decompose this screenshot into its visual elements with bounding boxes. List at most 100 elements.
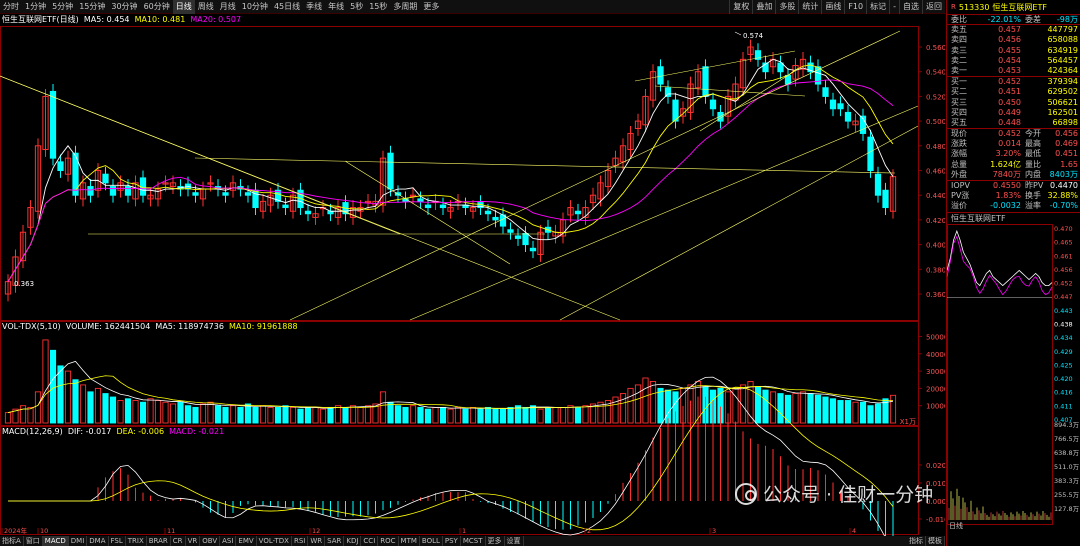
period-tab[interactable]: 15秒: [366, 0, 390, 14]
stat-value: 0.014: [998, 139, 1021, 149]
indicator-tab[interactable]: VOL-TDX: [257, 536, 292, 546]
book-label: 卖二: [951, 55, 967, 65]
indicator-tab[interactable]: 窗口: [24, 536, 43, 546]
volume-bar: [282, 405, 289, 424]
toolbar-button[interactable]: -: [889, 0, 899, 14]
stat-row: 涨幅 3.20% 最低 0.451: [947, 149, 1080, 159]
indicator-tab[interactable]: 更多: [486, 536, 505, 546]
indicator-tab[interactable]: 指标: [907, 536, 926, 546]
period-tab[interactable]: 周线: [195, 0, 217, 14]
period-tab[interactable]: 1分钟: [22, 0, 49, 14]
indicator-tab[interactable]: KDJ: [344, 536, 362, 546]
candle-body: [439, 204, 447, 209]
stat-value: -0.0032: [990, 201, 1021, 211]
volume-bars: [4, 339, 897, 424]
stat-row: 溢价 -0.0032 溢率 -0.70%: [947, 201, 1080, 211]
toolbar-button[interactable]: F10: [844, 0, 866, 14]
indicator-tab[interactable]: WR: [308, 536, 326, 546]
candle-body: [87, 186, 94, 196]
mini-vol-tick: 255.5万: [1054, 491, 1080, 499]
volume-bar: [642, 377, 649, 424]
indicator-tab[interactable]: EMV: [236, 536, 257, 546]
period-tab[interactable]: 5秒: [347, 0, 366, 14]
period-tab[interactable]: 5分钟: [49, 0, 76, 14]
volume-bar: [799, 391, 807, 424]
period-tab[interactable]: 10分钟: [239, 0, 271, 14]
indicator-tab[interactable]: SAR: [325, 536, 345, 546]
candle-body: [57, 161, 64, 171]
intraday-mini-chart[interactable]: 0.470 0.465 0.461 0.456 0.452 0.447 0.443 0.438…: [946, 223, 1080, 530]
period-tab[interactable]: 月线: [217, 0, 239, 14]
stat-value: 8403万: [1049, 169, 1078, 179]
high-pointer: [734, 31, 742, 36]
toolbar-button[interactable]: 叠加: [752, 0, 775, 14]
indicator-tab[interactable]: 设置: [505, 536, 524, 546]
volume-bar: [657, 387, 664, 424]
period-tab[interactable]: 多周期: [390, 0, 420, 14]
period-tab[interactable]: 30分钟: [108, 0, 140, 14]
volume-bar: [49, 349, 57, 424]
period-tab[interactable]: 60分钟: [141, 0, 173, 14]
bids-row: 买一 0.452 379394: [947, 77, 1080, 87]
toolbar-button[interactable]: 自选: [899, 0, 922, 14]
mini-avg-line: [946, 235, 1053, 295]
bids-row: 买四 0.449 162501: [947, 108, 1080, 118]
indicator-tab[interactable]: FSL: [109, 536, 126, 546]
indicator-tab[interactable]: CR: [171, 536, 186, 546]
indicator-tab[interactable]: OBV: [200, 536, 221, 546]
etf-stats: IOPV 0.4550 昨PV 0.4470 PV涨 1.83% 换手 32.88% 溢价 -0.…: [947, 180, 1080, 212]
volume-tick-label: 10000: [926, 403, 945, 411]
candle-body: [492, 216, 499, 221]
indicator-tab[interactable]: VR: [186, 536, 201, 546]
ma20-label: MA20: 0.507: [190, 15, 242, 24]
security-code: 513330: [958, 2, 990, 12]
period-tab[interactable]: 年线: [325, 0, 347, 14]
indicator-tab[interactable]: 指标A: [0, 536, 24, 546]
volume-bar: [492, 408, 499, 424]
toolbar-button[interactable]: 标记: [866, 0, 889, 14]
indicator-tab[interactable]: MCST: [461, 536, 486, 546]
stat-label: 外盘: [951, 169, 967, 179]
price-tick-label: 0.540: [926, 69, 945, 77]
kline-chart[interactable]: 0.560 0.540 0.520 0.500 0.480 0.460 0.440 0.420…: [0, 26, 945, 536]
book-label: 卖四: [951, 35, 967, 45]
toolbar-button[interactable]: 统计: [798, 0, 821, 14]
period-tab[interactable]: 45日线: [271, 0, 303, 14]
candle-body: [522, 232, 529, 246]
period-tab[interactable]: 更多: [420, 0, 442, 14]
volume-tick-label: 30000: [926, 368, 945, 376]
period-tab[interactable]: 季线: [303, 0, 325, 14]
period-tab[interactable]: 分时: [0, 0, 22, 14]
indicator-tab[interactable]: BRAR: [147, 536, 171, 546]
book-label: 买一: [951, 77, 967, 87]
indicator-tab[interactable]: ASI: [220, 536, 237, 546]
indicator-tab[interactable]: TRIX: [126, 536, 147, 546]
indicator-tab[interactable]: DMA: [87, 536, 109, 546]
indicator-tab[interactable]: RSI: [292, 536, 309, 546]
indicator-tab[interactable]: 模板: [926, 536, 945, 546]
indicator-tab[interactable]: BOLL: [420, 536, 443, 546]
mini-price-tick: 0.438: [1054, 320, 1073, 328]
mini-vol-tick: 894.3万: [1054, 421, 1080, 429]
volume-bar: [312, 406, 319, 424]
indicator-tab[interactable]: MACD: [42, 536, 69, 546]
indicator-tab[interactable]: MTM: [399, 536, 420, 546]
toolbar-button[interactable]: 返回: [922, 0, 945, 14]
period-tab[interactable]: 15分钟: [76, 0, 108, 14]
indicator-tab[interactable]: ROC: [378, 536, 399, 546]
macd-tick-label: 0.020: [926, 462, 945, 470]
stat-row: 涨跌 0.014 最高 0.469: [947, 139, 1080, 149]
indicator-tab[interactable]: CCI: [361, 536, 379, 546]
candle-body: [702, 66, 709, 97]
book-price: 0.451: [998, 87, 1021, 97]
book-volume: 379394: [1047, 77, 1078, 87]
indicator-tab[interactable]: PSY: [443, 536, 461, 546]
period-tab[interactable]: 日线: [172, 0, 195, 14]
toolbar-button[interactable]: 多股: [775, 0, 798, 14]
toolbar-button[interactable]: 画线: [821, 0, 844, 14]
volume-bar: [582, 405, 589, 424]
indicator-tabs: 指标A 窗口 MACD DMI DMA FSL TRIX BRAR CR VR OBV ASI EMV V…: [0, 536, 945, 546]
volume-bar: [154, 400, 162, 424]
toolbar-button[interactable]: 复权: [729, 0, 752, 14]
indicator-tab[interactable]: DMI: [69, 536, 88, 546]
